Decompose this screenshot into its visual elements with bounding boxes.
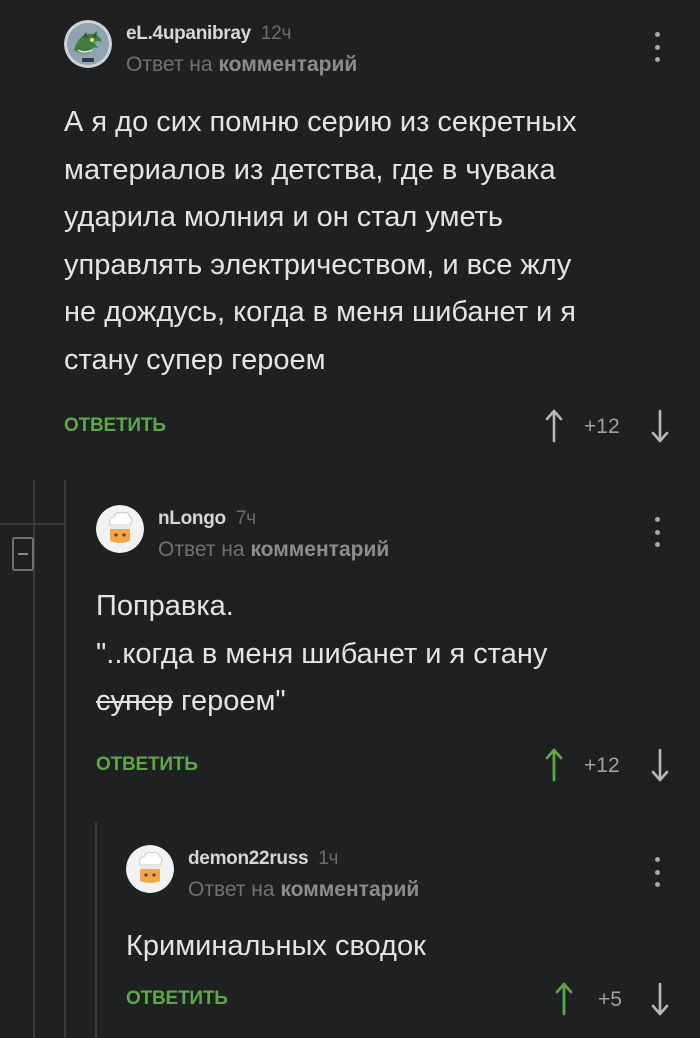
comment-text: Поправка. "..когда в меня шибанет и я ст… [96,583,686,726]
comment-text-line: управлять электричеством, и все жлу [64,248,572,281]
reply-to-prefix: Ответ на [188,878,275,901]
thread-line-level3 [95,822,97,1038]
reply-to-line: Ответ на комментарий [126,53,357,77]
upvote-arrow-icon[interactable] [544,747,564,783]
comment-header: demon22russ 1ч Ответ на комментарий [126,845,700,905]
author-name[interactable]: nLongo [158,508,226,529]
reply-to-link[interactable]: комментарий [218,53,357,76]
menu-dots-icon[interactable] [653,857,661,887]
collapse-thread-icon[interactable] [12,537,34,571]
avatar[interactable] [96,505,144,553]
downvote-arrow-icon[interactable] [650,981,670,1017]
comment-text-line: ударила молния и он стал уметь [64,201,504,233]
comment-text-tail: героем" [172,685,286,717]
comment-header: eL.4upanibray 12ч Ответ на комментарий [64,20,700,80]
comment-text-line: А я до сих помню серию из секретных [64,106,577,138]
reply-button[interactable]: ОТВЕТИТЬ [96,754,198,776]
author-name[interactable]: demon22russ [188,848,309,869]
reply-to-prefix: Ответ на [158,538,245,561]
comment-header: nLongo 7ч Ответ на комментарий [96,505,700,565]
comment-text-line: Поправка. [96,590,234,622]
downvote-arrow-icon[interactable] [650,408,670,444]
comment-text: А я до сих помню серию из секретных мате… [64,99,684,384]
downvote-arrow-icon[interactable] [650,747,670,783]
vote-block: +5 [544,981,684,1021]
vote-block: +12 [534,747,684,787]
reply-button[interactable]: ОТВЕТИТЬ [64,415,166,437]
comment-time: 1ч [318,848,339,869]
reply-to-prefix: Ответ на [126,53,213,76]
reply-to-line: Ответ на комментарий [188,878,419,902]
strikethrough-text: супер [96,685,173,717]
thread-branch [0,523,64,525]
comment-text-line: не дождусь, когда в меня шибанет и я [64,296,576,328]
comment-text-line: стану супер героем [64,343,326,376]
rating-value: +5 [598,988,622,1011]
author[interactable]: nLongo 7ч [158,508,256,530]
comment-text: Криминальных сводок [126,930,426,962]
menu-dots-icon[interactable] [653,517,661,547]
avatar[interactable] [64,20,112,68]
reply-to-line: Ответ на комментарий [158,538,389,562]
reply-to-link[interactable]: комментарий [250,538,389,561]
thread-line-level2 [64,480,66,1038]
author-name[interactable]: eL.4upanibray [126,23,251,44]
comment-time: 12ч [260,23,292,44]
vote-block: +12 [534,408,684,448]
author[interactable]: demon22russ 1ч [188,848,338,870]
rating-value: +12 [584,754,620,777]
author[interactable]: eL.4upanibray 12ч [126,23,291,45]
comment: nLongo 7ч Ответ на комментарий Поправка. … [96,505,700,795]
comment-text-line: "..когда в меня шибанет и я стану [96,637,548,670]
reply-button[interactable]: ОТВЕТИТЬ [126,988,228,1010]
comment: eL.4upanibray 12ч Ответ на комментарий А … [64,20,700,450]
menu-dots-icon[interactable] [653,32,661,62]
comment-text-line: материалов из детства, где в чувака [64,153,556,186]
upvote-arrow-icon[interactable] [554,981,574,1017]
reply-to-link[interactable]: комментарий [280,878,419,901]
avatar[interactable] [126,845,174,893]
upvote-arrow-icon[interactable] [544,408,564,444]
rating-value: +12 [584,415,620,438]
comment: demon22russ 1ч Ответ на комментарий Крими… [126,845,700,1035]
comment-time: 7ч [235,508,256,529]
comment-text-line: супер героем" [96,678,686,726]
